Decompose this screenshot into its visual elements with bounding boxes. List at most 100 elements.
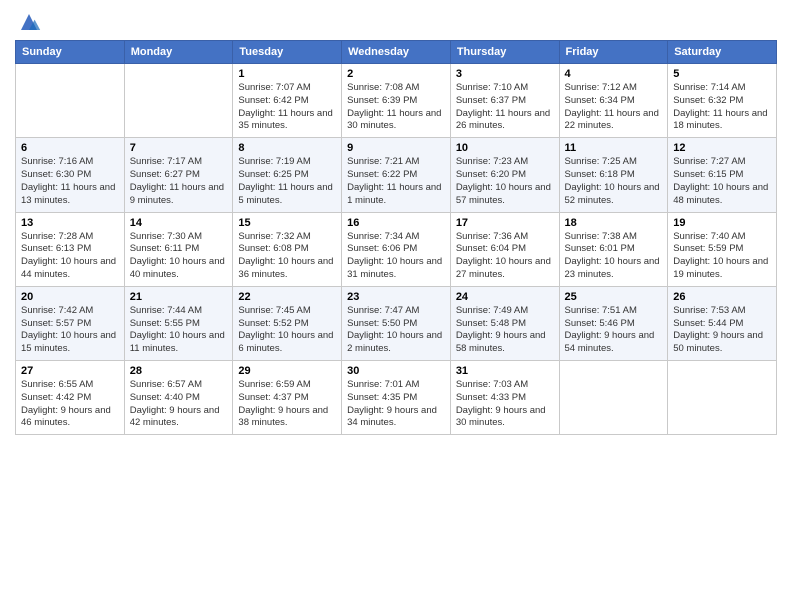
calendar-cell: 28Sunrise: 6:57 AMSunset: 4:40 PMDayligh… [124, 361, 233, 435]
calendar-cell [559, 361, 668, 435]
calendar-cell [124, 64, 233, 138]
calendar-week-row: 6Sunrise: 7:16 AMSunset: 6:30 PMDaylight… [16, 138, 777, 212]
day-info: Sunrise: 7:38 AMSunset: 6:01 PMDaylight:… [565, 231, 663, 282]
day-info: Sunrise: 7:17 AMSunset: 6:27 PMDaylight:… [130, 156, 228, 207]
weekday-header-thursday: Thursday [450, 41, 559, 64]
calendar-cell: 6Sunrise: 7:16 AMSunset: 6:30 PMDaylight… [16, 138, 125, 212]
day-number: 17 [456, 217, 554, 229]
day-info: Sunrise: 7:19 AMSunset: 6:25 PMDaylight:… [238, 156, 336, 207]
calendar-cell: 27 Sunrise: 6:55 AMSunset: 4:42 PMDayligh… [16, 361, 125, 435]
calendar-cell: 18Sunrise: 7:38 AMSunset: 6:01 PMDayligh… [559, 212, 668, 286]
calendar-cell: 13 Sunrise: 7:28 AMSunset: 6:13 PMDayligh… [16, 212, 125, 286]
day-number: 9 [347, 142, 445, 154]
day-info: Sunrise: 7:36 AMSunset: 6:04 PMDaylight:… [456, 231, 554, 282]
day-info: Sunrise: 7:14 AMSunset: 6:32 PMDaylight:… [673, 82, 771, 133]
day-info: Sunrise: 7:28 AMSunset: 6:13 PMDaylight:… [21, 231, 119, 282]
calendar-cell: 4Sunrise: 7:12 AMSunset: 6:34 PMDaylight… [559, 64, 668, 138]
day-number: 21 [130, 291, 228, 303]
calendar-cell: 16 Sunrise: 7:34 AMSunset: 6:06 PMDayligh… [342, 212, 451, 286]
day-info: Sunrise: 7:30 AMSunset: 6:11 PMDaylight:… [130, 231, 228, 282]
day-number: 30 [347, 365, 445, 377]
weekday-header-saturday: Saturday [668, 41, 777, 64]
day-info: Sunrise: 7:08 AMSunset: 6:39 PMDaylight:… [347, 82, 445, 133]
calendar-week-row: 13 Sunrise: 7:28 AMSunset: 6:13 PMDayligh… [16, 212, 777, 286]
day-info: Sunrise: 6:57 AMSunset: 4:40 PMDaylight:… [130, 379, 228, 430]
day-info: Sunrise: 7:16 AMSunset: 6:30 PMDaylight:… [21, 156, 119, 207]
calendar-cell: 12Sunrise: 7:27 AMSunset: 6:15 PMDayligh… [668, 138, 777, 212]
logo [15, 10, 41, 34]
calendar-week-row: 1 Sunrise: 7:07 AMSunset: 6:42 PMDaylight… [16, 64, 777, 138]
calendar-cell: 29 Sunrise: 6:59 AMSunset: 4:37 PMDayligh… [233, 361, 342, 435]
calendar-cell: 9 Sunrise: 7:21 AMSunset: 6:22 PMDaylight… [342, 138, 451, 212]
calendar-cell [16, 64, 125, 138]
day-info: Sunrise: 7:34 AMSunset: 6:06 PMDaylight:… [347, 231, 445, 282]
calendar-cell: 19Sunrise: 7:40 AMSunset: 5:59 PMDayligh… [668, 212, 777, 286]
day-info: Sunrise: 7:45 AMSunset: 5:52 PMDaylight:… [238, 305, 336, 356]
calendar-cell: 7 Sunrise: 7:17 AMSunset: 6:27 PMDaylight… [124, 138, 233, 212]
weekday-header-tuesday: Tuesday [233, 41, 342, 64]
day-number: 23 [347, 291, 445, 303]
day-info: Sunrise: 7:01 AMSunset: 4:35 PMDaylight:… [347, 379, 445, 430]
day-info: Sunrise: 7:27 AMSunset: 6:15 PMDaylight:… [673, 156, 771, 207]
day-info: Sunrise: 7:10 AMSunset: 6:37 PMDaylight:… [456, 82, 554, 133]
day-number: 22 [238, 291, 336, 303]
day-number: 11 [565, 142, 663, 154]
calendar-cell: 26Sunrise: 7:53 AMSunset: 5:44 PMDayligh… [668, 286, 777, 360]
weekday-header-monday: Monday [124, 41, 233, 64]
day-info: Sunrise: 7:49 AMSunset: 5:48 PMDaylight:… [456, 305, 554, 356]
day-number: 1 [238, 68, 336, 80]
day-info: Sunrise: 7:44 AMSunset: 5:55 PMDaylight:… [130, 305, 228, 356]
calendar-table: SundayMondayTuesdayWednesdayThursdayFrid… [15, 40, 777, 435]
day-number: 24 [456, 291, 554, 303]
weekday-header-friday: Friday [559, 41, 668, 64]
calendar-cell: 10 Sunrise: 7:23 AMSunset: 6:20 PMDayligh… [450, 138, 559, 212]
calendar-cell: 8Sunrise: 7:19 AMSunset: 6:25 PMDaylight… [233, 138, 342, 212]
calendar-week-row: 20 Sunrise: 7:42 AMSunset: 5:57 PMDayligh… [16, 286, 777, 360]
day-info: Sunrise: 7:03 AMSunset: 4:33 PMDaylight:… [456, 379, 554, 430]
calendar-cell: 30 Sunrise: 7:01 AMSunset: 4:35 PMDayligh… [342, 361, 451, 435]
day-info: Sunrise: 7:07 AMSunset: 6:42 PMDaylight:… [238, 82, 336, 133]
day-number: 27 [21, 365, 119, 377]
day-info: Sunrise: 7:53 AMSunset: 5:44 PMDaylight:… [673, 305, 771, 356]
day-info: Sunrise: 7:42 AMSunset: 5:57 PMDaylight:… [21, 305, 119, 356]
day-number: 2 [347, 68, 445, 80]
calendar-week-row: 27 Sunrise: 6:55 AMSunset: 4:42 PMDayligh… [16, 361, 777, 435]
day-info: Sunrise: 7:23 AMSunset: 6:20 PMDaylight:… [456, 156, 554, 207]
day-number: 31 [456, 365, 554, 377]
day-number: 7 [130, 142, 228, 154]
day-info: Sunrise: 7:21 AMSunset: 6:22 PMDaylight:… [347, 156, 445, 207]
day-info: Sunrise: 7:12 AMSunset: 6:34 PMDaylight:… [565, 82, 663, 133]
calendar-cell: 1 Sunrise: 7:07 AMSunset: 6:42 PMDaylight… [233, 64, 342, 138]
calendar-cell: 2 Sunrise: 7:08 AMSunset: 6:39 PMDaylight… [342, 64, 451, 138]
weekday-header-sunday: Sunday [16, 41, 125, 64]
day-info: Sunrise: 7:25 AMSunset: 6:18 PMDaylight:… [565, 156, 663, 207]
day-number: 3 [456, 68, 554, 80]
day-number: 13 [21, 217, 119, 229]
calendar-cell: 14 Sunrise: 7:30 AMSunset: 6:11 PMDayligh… [124, 212, 233, 286]
day-number: 19 [673, 217, 771, 229]
day-info: Sunrise: 6:55 AMSunset: 4:42 PMDaylight:… [21, 379, 119, 430]
day-number: 20 [21, 291, 119, 303]
calendar-cell: 24 Sunrise: 7:49 AMSunset: 5:48 PMDayligh… [450, 286, 559, 360]
weekday-header-wednesday: Wednesday [342, 41, 451, 64]
day-number: 29 [238, 365, 336, 377]
day-number: 25 [565, 291, 663, 303]
day-number: 10 [456, 142, 554, 154]
day-number: 5 [673, 68, 771, 80]
calendar-cell: 17 Sunrise: 7:36 AMSunset: 6:04 PMDayligh… [450, 212, 559, 286]
calendar-cell: 31 Sunrise: 7:03 AMSunset: 4:33 PMDayligh… [450, 361, 559, 435]
calendar-cell: 22 Sunrise: 7:45 AMSunset: 5:52 PMDayligh… [233, 286, 342, 360]
weekday-header-row: SundayMondayTuesdayWednesdayThursdayFrid… [16, 41, 777, 64]
day-info: Sunrise: 6:59 AMSunset: 4:37 PMDaylight:… [238, 379, 336, 430]
calendar-cell: 21 Sunrise: 7:44 AMSunset: 5:55 PMDayligh… [124, 286, 233, 360]
day-number: 14 [130, 217, 228, 229]
calendar-cell: 11 Sunrise: 7:25 AMSunset: 6:18 PMDayligh… [559, 138, 668, 212]
logo-icon [17, 10, 41, 34]
header [15, 10, 777, 34]
calendar-cell: 3 Sunrise: 7:10 AMSunset: 6:37 PMDaylight… [450, 64, 559, 138]
day-number: 16 [347, 217, 445, 229]
calendar-cell: 23Sunrise: 7:47 AMSunset: 5:50 PMDayligh… [342, 286, 451, 360]
calendar-cell: 5 Sunrise: 7:14 AMSunset: 6:32 PMDaylight… [668, 64, 777, 138]
day-info: Sunrise: 7:51 AMSunset: 5:46 PMDaylight:… [565, 305, 663, 356]
day-info: Sunrise: 7:32 AMSunset: 6:08 PMDaylight:… [238, 231, 336, 282]
